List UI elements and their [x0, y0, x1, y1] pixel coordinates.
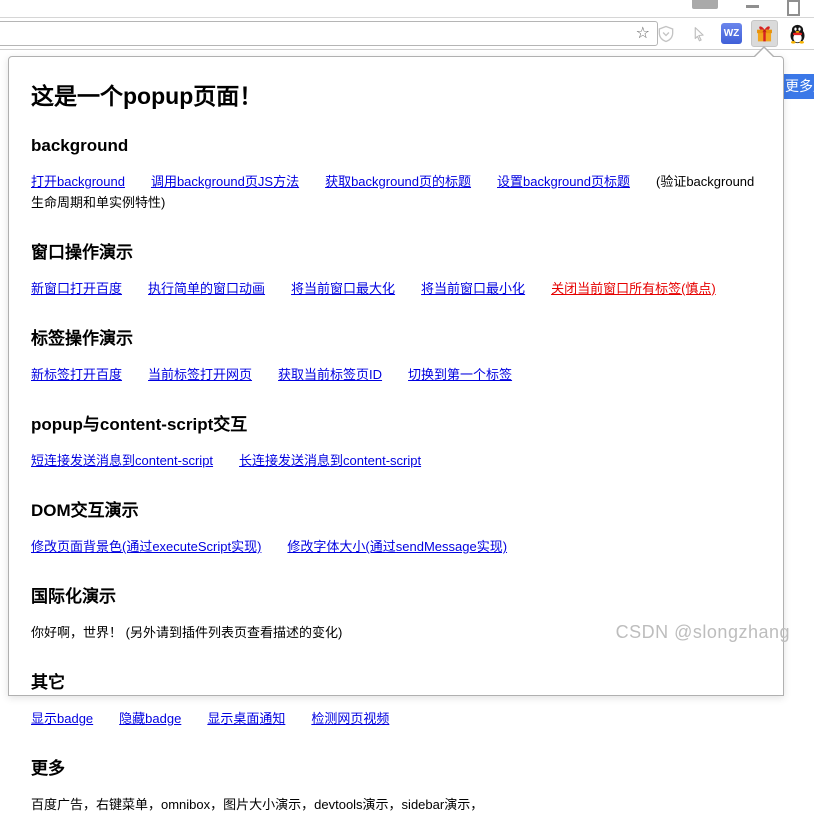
watermark: CSDN @slongzhang: [616, 622, 790, 643]
popup-section: popup与content-script交互短连接发送消息到content-sc…: [31, 410, 763, 471]
popup-section: 标签操作演示新标签打开百度 当前标签打开网页 获取当前标签页ID 切换到第一个标签: [31, 324, 763, 385]
browser-titlebar: [0, 0, 814, 17]
section-row: 修改页面背景色(通过executeScript实现) 修改字体大小(通过sendM…: [31, 536, 763, 557]
popup-link[interactable]: 当前标签打开网页: [148, 367, 252, 382]
popup-section: 窗口操作演示新窗口打开百度 执行简单的窗口动画 将当前窗口最大化 将当前窗口最小化 关闭…: [31, 238, 763, 299]
restore-window-icon[interactable]: [787, 0, 800, 16]
address-bar[interactable]: ☆: [0, 21, 658, 46]
popup-sections: background打开background调用background页JS方法获…: [31, 136, 763, 815]
shield-icon[interactable]: [652, 20, 679, 47]
popup-link[interactable]: 将当前窗口最大化: [291, 281, 395, 296]
popup-link[interactable]: 长连接发送消息到content-script: [239, 453, 421, 468]
popup-caret-fill: [754, 48, 774, 58]
section-heading: popup与content-script交互: [31, 410, 763, 435]
section-row: 显示badge 隐藏badge 显示桌面通知 检测网页视频: [31, 708, 763, 729]
popup-link[interactable]: 获取当前标签页ID: [278, 367, 382, 382]
popup-link[interactable]: 打开background: [31, 174, 125, 189]
section-text: 百度广告，右键菜单，omnibox，图片大小演示，devtools演示，side…: [31, 797, 483, 812]
popup-link[interactable]: 显示桌面通知: [207, 711, 285, 726]
extension-popup: 这是一个popup页面！ background 打开background 调用bac…: [8, 56, 784, 696]
popup-link[interactable]: 新标签打开百度: [31, 367, 122, 382]
popup-link[interactable]: 短连接发送消息到content-script: [31, 453, 213, 468]
section-heading: 更多: [31, 754, 763, 779]
popup-link[interactable]: 设置background页标题: [497, 174, 630, 189]
popup-link[interactable]: 修改字体大小(通过sendMessage实现): [287, 539, 507, 554]
wz-icon-label: WZ: [721, 23, 742, 44]
popup-title: 这是一个popup页面！: [31, 77, 763, 111]
more-products-badge[interactable]: 更多产: [779, 74, 814, 99]
popup-link[interactable]: 切换到第一个标签: [408, 367, 512, 382]
popup-link[interactable]: 新窗口打开百度: [31, 281, 122, 296]
browser-toolbar: ☆ WZ: [0, 17, 814, 50]
extension-icons-row: WZ: [652, 20, 811, 47]
section-row: 百度广告，右键菜单，omnibox，图片大小演示，devtools演示，side…: [31, 794, 763, 815]
section-heading: background: [31, 136, 763, 156]
section-heading: DOM交互演示: [31, 496, 763, 521]
popup-link[interactable]: 获取background页的标题: [325, 174, 471, 189]
section-text: 你好啊，世界！ (另外请到插件列表页查看描述的变化): [31, 625, 342, 640]
bookmark-star-icon[interactable]: ☆: [636, 23, 650, 44]
section-row: 新窗口打开百度 执行简单的窗口动画 将当前窗口最大化 将当前窗口最小化 关闭当前窗口所有…: [31, 278, 763, 299]
minimize-icon[interactable]: [746, 5, 759, 8]
section-heading: 其它: [31, 668, 763, 693]
popup-link[interactable]: 执行简单的窗口动画: [148, 281, 265, 296]
popup-section: 其它显示badge 隐藏badge 显示桌面通知 检测网页视频: [31, 668, 763, 729]
window-button-ghost[interactable]: [692, 0, 718, 9]
window-controls: [692, 0, 800, 16]
popup-link[interactable]: 隐藏badge: [119, 711, 181, 726]
popup-link[interactable]: 检测网页视频: [311, 711, 389, 726]
popup-section: 更多百度广告，右键菜单，omnibox，图片大小演示，devtools演示，si…: [31, 754, 763, 815]
section-heading: 标签操作演示: [31, 324, 763, 349]
cursor-arrow-icon[interactable]: [685, 20, 712, 47]
popup-link[interactable]: 调用background页JS方法: [151, 174, 299, 189]
popup-section: DOM交互演示修改页面背景色(通过executeScript实现) 修改字体大小(…: [31, 496, 763, 557]
popup-link[interactable]: 显示badge: [31, 711, 93, 726]
section-heading: 窗口操作演示: [31, 238, 763, 263]
qq-icon[interactable]: [784, 20, 811, 47]
section-heading: 国际化演示: [31, 582, 763, 607]
section-row: 新标签打开百度 当前标签打开网页 获取当前标签页ID 切换到第一个标签: [31, 364, 763, 385]
wz-icon[interactable]: WZ: [718, 20, 745, 47]
gift-icon[interactable]: [751, 20, 778, 47]
popup-section: background 打开background 调用background页JS方法 获…: [31, 136, 763, 213]
section-row: 打开background 调用background页JS方法 获取backgroun…: [31, 171, 763, 213]
popup-link[interactable]: 将当前窗口最小化: [421, 281, 525, 296]
popup-link[interactable]: 关闭当前窗口所有标签(慎点): [551, 281, 716, 296]
section-row: 短连接发送消息到content-script 长连接发送消息到content-sc…: [31, 450, 763, 471]
popup-link[interactable]: 修改页面背景色(通过executeScript实现): [31, 539, 261, 554]
